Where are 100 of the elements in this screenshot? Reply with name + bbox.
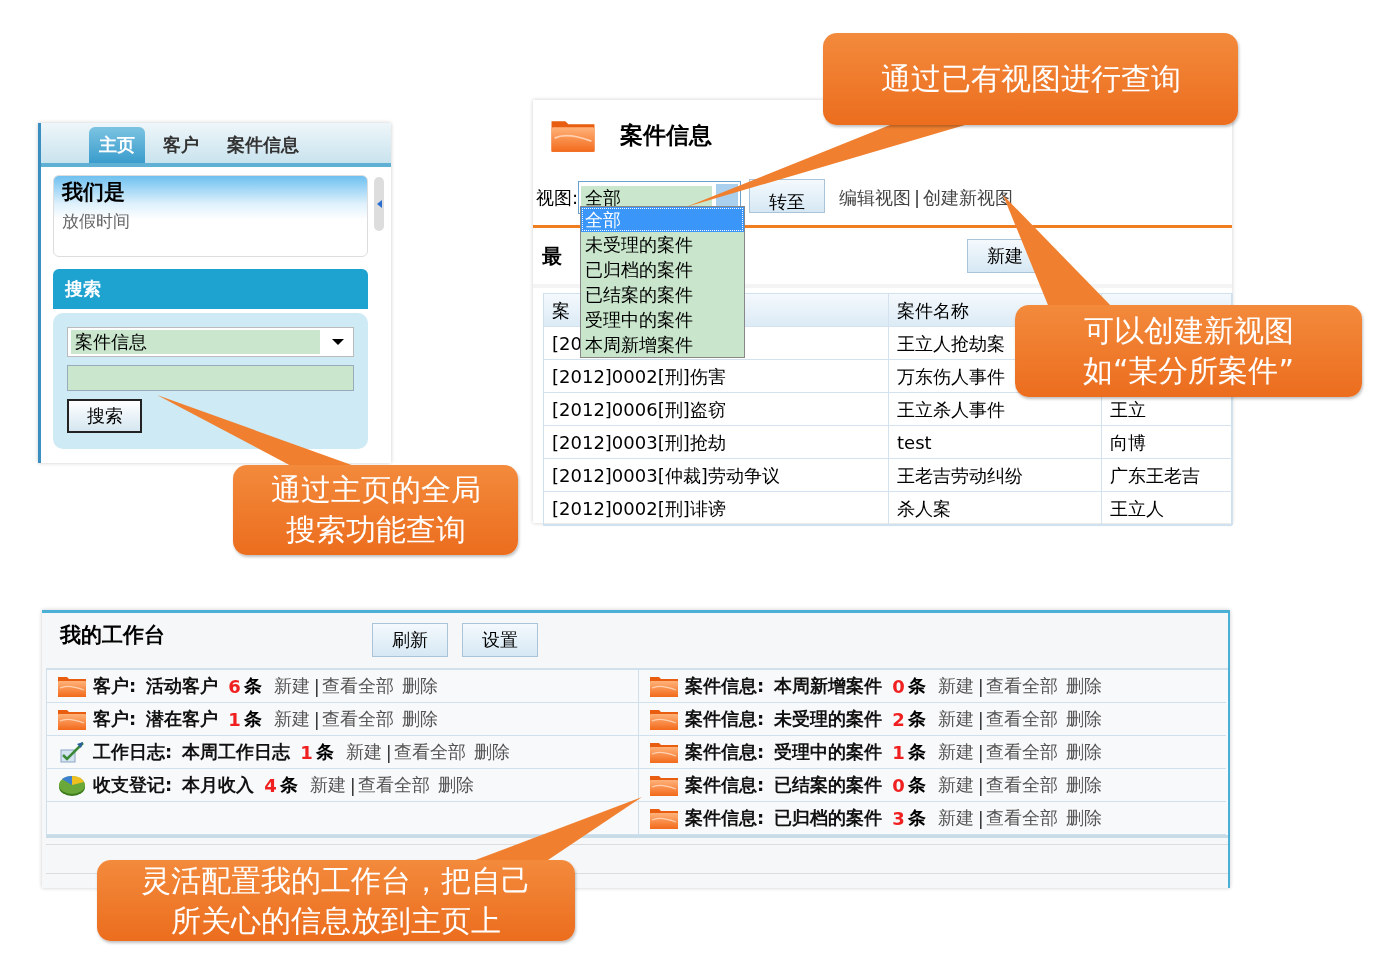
folder-icon — [649, 740, 679, 764]
notice-title: 我们是 — [62, 179, 126, 206]
view-link[interactable]: 已结案的案件 — [774, 773, 883, 797]
search-button[interactable]: 搜索 — [67, 399, 142, 433]
module-label: 案件信息: — [685, 674, 765, 698]
count-unit: 条 — [907, 740, 926, 764]
record-count: 4 — [264, 774, 277, 796]
folder-icon — [649, 674, 679, 698]
action-link[interactable]: 删除 — [401, 707, 438, 731]
link[interactable]: 创建新视图 — [923, 185, 1014, 210]
action-link[interactable]: 查看全部 — [985, 806, 1058, 830]
view-link[interactable]: 受理中的案件 — [774, 740, 883, 764]
action-link[interactable]: 删除 — [1065, 740, 1102, 764]
record-count: 3 — [892, 807, 905, 829]
action-link[interactable]: 删除 — [1065, 773, 1102, 797]
record-count: 1 — [300, 741, 313, 763]
toolbar-button[interactable]: 设置 — [462, 623, 538, 657]
folder-icon — [57, 674, 87, 698]
action-link[interactable]: 新建 — [937, 707, 974, 731]
dropdown-option[interactable]: 本周新增案件 — [581, 332, 744, 357]
action-link[interactable]: 删除 — [401, 674, 438, 698]
tab[interactable]: 案件信息 — [217, 127, 309, 163]
table-cell: 杀人案 — [889, 492, 1102, 525]
module-label: 案件信息: — [685, 740, 765, 764]
folder-icon — [57, 707, 87, 731]
action-separator: | — [385, 741, 392, 763]
page-title: 案件信息 — [620, 120, 712, 150]
action-link[interactable]: 新建 — [937, 740, 974, 764]
dropdown-option[interactable]: 未受理的案件 — [581, 232, 744, 257]
count-unit: 条 — [907, 773, 926, 797]
count-unit: 条 — [907, 806, 926, 830]
tab[interactable]: 客户 — [153, 127, 209, 163]
count-unit: 条 — [243, 707, 262, 731]
count-unit: 条 — [279, 773, 298, 797]
record-count: 2 — [892, 708, 905, 730]
action-link[interactable]: 查看全部 — [985, 773, 1058, 797]
view-link[interactable]: 本周新增案件 — [774, 674, 883, 698]
action-separator: | — [313, 675, 320, 697]
view-link[interactable]: 未受理的案件 — [774, 707, 883, 731]
notice-text: 放假时间 — [62, 210, 130, 233]
link[interactable]: 编辑视图 — [839, 185, 912, 210]
action-link[interactable]: 查看全部 — [357, 773, 430, 797]
callout-text: 通过已有视图进行查询 — [823, 33, 1238, 125]
action-separator: | — [977, 708, 984, 730]
module-label: 客户: — [93, 707, 137, 731]
table-cell: test — [889, 426, 1102, 459]
collapse-handle[interactable] — [374, 177, 384, 231]
action-link[interactable]: 删除 — [437, 773, 474, 797]
view-link[interactable]: 活动客户 — [146, 674, 219, 698]
category-select[interactable]: 案件信息 — [67, 327, 354, 357]
table-cell: [2012]0003[仲裁]劳动争议 — [544, 459, 889, 492]
action-link[interactable]: 查看全部 — [321, 707, 394, 731]
module-label: 收支登记: — [93, 773, 173, 797]
action-separator: | — [977, 741, 984, 763]
table-cell: [2012]0006[刑]盗窃 — [544, 393, 889, 426]
action-link[interactable]: 新建 — [345, 740, 382, 764]
action-link[interactable]: 查看全部 — [393, 740, 466, 764]
table-cell: 王立人 — [1102, 492, 1233, 525]
callout-text: 可以创建新视图 如“某分所案件” — [1015, 305, 1362, 397]
action-link[interactable]: 查看全部 — [321, 674, 394, 698]
table-cell: [2012]0003[刑]抢劫 — [544, 426, 889, 459]
record-count: 1 — [892, 741, 905, 763]
go-button[interactable]: 转至 — [749, 178, 826, 213]
view-link[interactable]: 已归档的案件 — [774, 806, 883, 830]
section-title: 最 — [542, 242, 562, 270]
action-link[interactable]: 查看全部 — [985, 674, 1058, 698]
view-link[interactable]: 本月收入 — [182, 773, 255, 797]
action-link[interactable]: 新建 — [937, 773, 974, 797]
action-link[interactable]: 新建 — [309, 773, 346, 797]
module-label: 工作日志: — [93, 740, 173, 764]
action-link[interactable]: 新建 — [273, 674, 310, 698]
action-link[interactable]: 删除 — [1065, 674, 1102, 698]
link-separator: | — [914, 187, 921, 208]
action-link[interactable]: 删除 — [1065, 707, 1102, 731]
toolbar-button[interactable]: 刷新 — [372, 623, 448, 657]
action-link[interactable]: 查看全部 — [985, 740, 1058, 764]
dropdown-option[interactable]: 已归档的案件 — [581, 257, 744, 282]
folder-icon — [649, 773, 679, 797]
action-link[interactable]: 新建 — [937, 806, 974, 830]
checkmark-pen-icon — [57, 740, 87, 764]
action-link[interactable]: 查看全部 — [985, 707, 1058, 731]
view-link[interactable]: 本周工作日志 — [182, 740, 291, 764]
folder-icon — [649, 806, 679, 830]
table-cell: [2012]0002[刑]伤害 — [544, 360, 889, 393]
module-label: 案件信息: — [685, 707, 765, 731]
count-unit: 条 — [907, 674, 926, 698]
action-link[interactable]: 删除 — [1065, 806, 1102, 830]
action-link[interactable]: 删除 — [473, 740, 510, 764]
search-field[interactable] — [67, 365, 354, 391]
callout-text: 灵活配置我的工作台，把自己 所关心的信息放到主页上 — [97, 860, 575, 941]
action-separator: | — [977, 774, 984, 796]
pie-chart-icon — [57, 773, 87, 797]
record-count: 0 — [892, 675, 905, 697]
record-count: 1 — [228, 708, 241, 730]
action-link[interactable]: 新建 — [273, 707, 310, 731]
table-cell: 王老吉劳动纠纷 — [889, 459, 1102, 492]
action-link[interactable]: 新建 — [937, 674, 974, 698]
module-label: 案件信息: — [685, 806, 765, 830]
view-link[interactable]: 潜在客户 — [146, 707, 219, 731]
count-unit: 条 — [907, 707, 926, 731]
